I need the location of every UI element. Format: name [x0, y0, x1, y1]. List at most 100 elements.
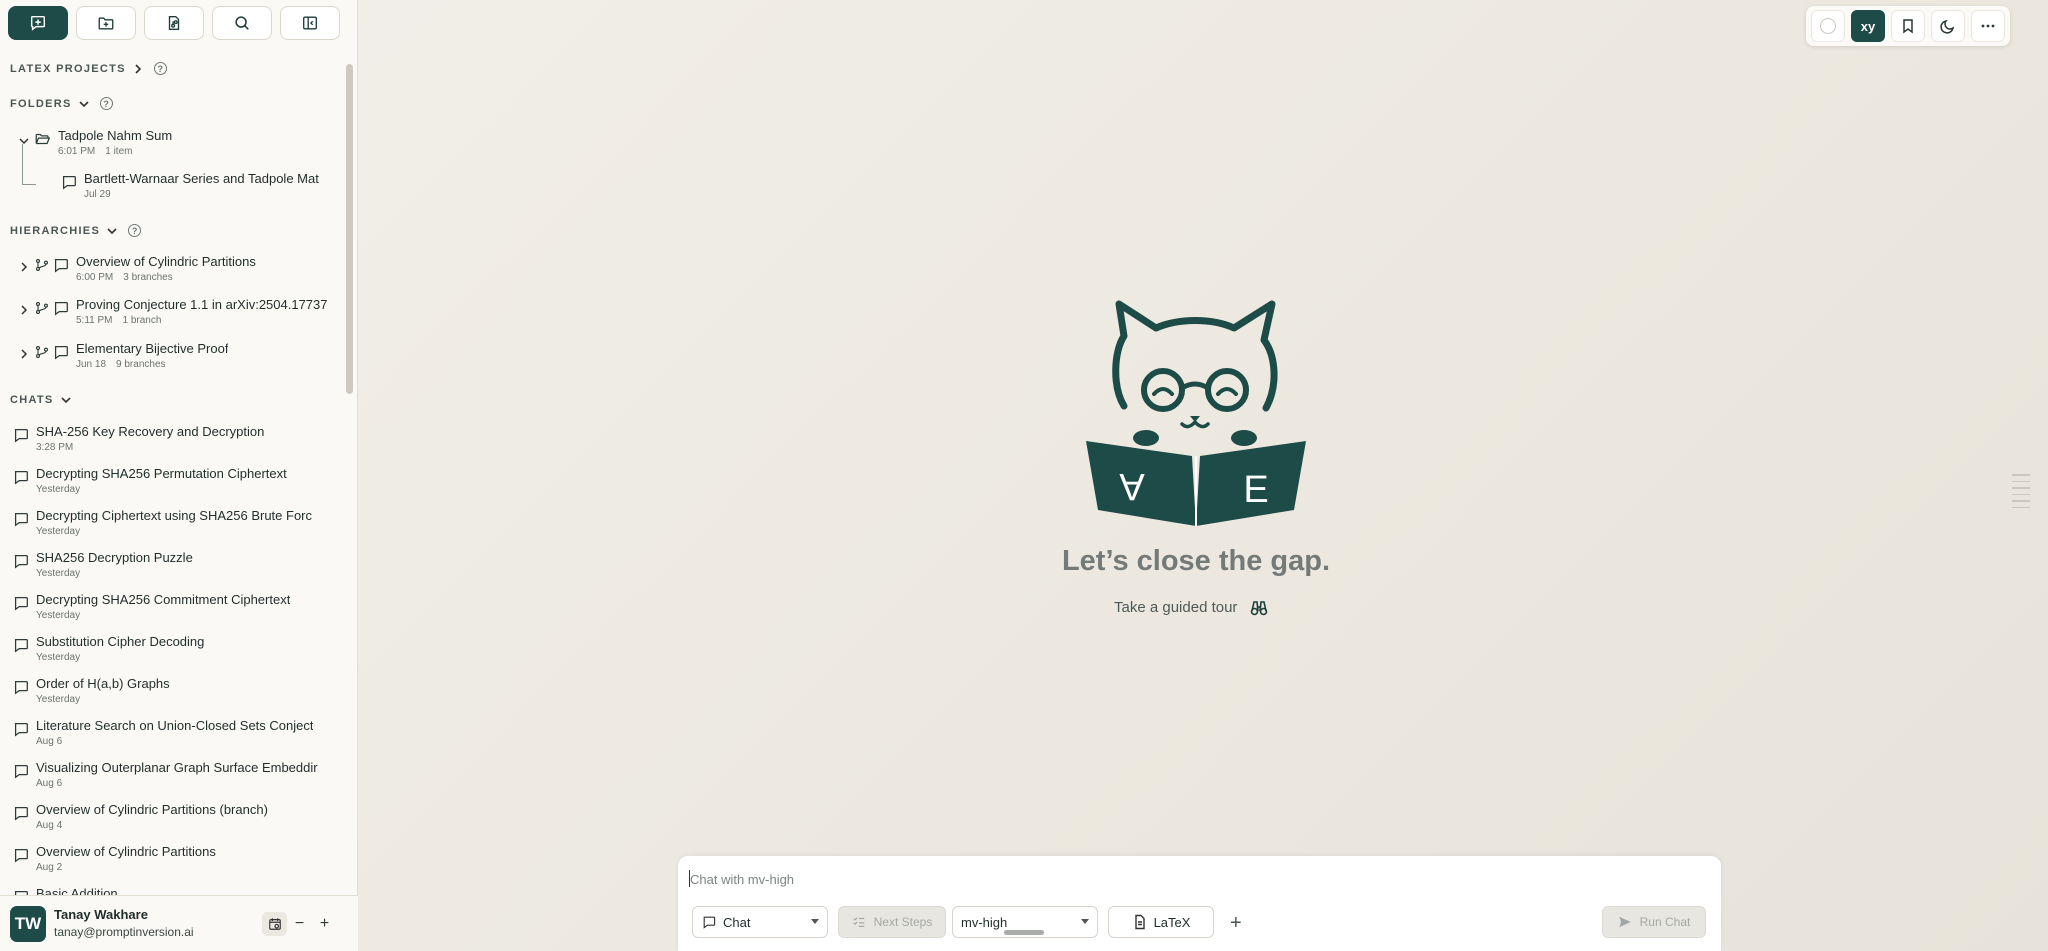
avatar[interactable]: TW [10, 906, 46, 942]
branch-icon [36, 302, 48, 314]
folder-child-item[interactable]: Bartlett-Warnaar Series and Tadpole Mat … [60, 171, 335, 200]
chat-title: Decrypting SHA256 Permutation Ciphertext [36, 466, 287, 481]
chat-title: SHA256 Decryption Puzzle [36, 550, 193, 565]
add-button[interactable]: + [1230, 912, 1242, 935]
chevron-right-icon[interactable] [18, 301, 30, 319]
collapse-sidebar-button[interactable] [280, 6, 340, 40]
folder-item[interactable]: Tadpole Nahm Sum 6:01 PM 1 item [18, 128, 172, 157]
chat-bubble-icon [14, 512, 28, 527]
next-steps-label: Next Steps [873, 915, 933, 929]
chat-list-item[interactable]: Decrypting SHA256 Commitment Ciphertext Y… [12, 592, 334, 621]
more-button[interactable] [1971, 10, 2005, 42]
new-hierarchy-button[interactable] [144, 6, 204, 40]
run-chat-label: Run Chat [1639, 915, 1691, 929]
hierarchy-title: Overview of Cylindric Partitions [76, 254, 256, 269]
next-steps-button[interactable]: Next Steps [838, 906, 946, 938]
user-panel: TW Tanay Wakhare tanay@promptinversion.a… [0, 895, 358, 951]
chevron-down-icon [61, 397, 71, 404]
hierarchy-meta: 6:00 PM 3 branches [76, 272, 256, 283]
chat-list-item[interactable]: Order of H(a,b) Graphs Yesterday [12, 676, 334, 705]
folder-time: 6:01 PM [58, 146, 96, 157]
chat-bubble-icon [54, 258, 68, 273]
latex-label: LaTeX [1153, 914, 1191, 930]
chat-input[interactable]: Chat with mv-high [690, 872, 794, 887]
hierarchy-title: Proving Conjecture 1.1 in arXiv:2504.177… [76, 297, 328, 312]
theme-button[interactable] [1931, 10, 1965, 42]
help-icon[interactable]: ? [99, 97, 113, 110]
hierarchy-branches: 3 branches [123, 272, 173, 283]
list-check-icon [852, 917, 864, 927]
book-left-letter: A [1119, 465, 1145, 507]
chevron-down-icon[interactable] [18, 132, 30, 150]
calendar-button[interactable] [262, 912, 287, 936]
chat-time: Yesterday [36, 694, 81, 705]
chat-bubble-icon [14, 554, 28, 569]
chat-list-item[interactable]: Substitution Cipher Decoding Yesterday [12, 634, 334, 663]
help-icon[interactable]: ? [153, 62, 167, 75]
xy-button[interactable]: xy [1851, 10, 1885, 42]
chat-composer: Chat with mv-high Chat Next Steps mv-hig… [678, 856, 1721, 951]
chat-list-item[interactable]: Literature Search on Union-Closed Sets C… [12, 718, 334, 747]
model-value: mv-high [961, 914, 1008, 930]
resize-handle[interactable] [1004, 930, 1044, 935]
chat-list-item[interactable]: Visualizing Outerplanar Graph Surface Em… [12, 760, 334, 789]
chevron-right-icon[interactable] [18, 345, 30, 363]
help-icon[interactable]: ? [128, 224, 142, 237]
chat-bubble-icon [54, 345, 68, 360]
sidebar: LATEX PROJECTS ? FOLDERS ? Tadpole Nahm … [0, 0, 358, 951]
bookmark-button[interactable] [1891, 10, 1925, 42]
guided-tour-link[interactable]: Take a guided tour [1114, 598, 1269, 616]
cat-reading-logo: A E [1086, 300, 1306, 526]
sidebar-scrollbar[interactable] [346, 64, 353, 394]
send-icon [1618, 916, 1631, 928]
hierarchy-title: Elementary Bijective Proof [76, 341, 229, 356]
chat-bubble-icon [14, 806, 28, 821]
hierarchy-item[interactable]: Proving Conjecture 1.1 in arXiv:2504.177… [18, 297, 340, 326]
new-chat-icon [30, 15, 46, 31]
chat-list-item[interactable]: SHA256 Decryption Puzzle Yesterday [12, 550, 334, 579]
latex-projects-header[interactable]: LATEX PROJECTS ? [10, 62, 167, 75]
folders-header[interactable]: FOLDERS ? [10, 97, 113, 110]
chats-header[interactable]: CHATS [10, 394, 72, 406]
chat-title: Overview of Cylindric Partitions (branch… [36, 802, 268, 817]
chat-bubble-icon [14, 470, 28, 485]
new-chat-button[interactable] [8, 6, 68, 40]
chat-bubble-icon [14, 722, 28, 737]
chat-list-item[interactable]: Overview of Cylindric Partitions (branch… [12, 802, 334, 831]
increase-button[interactable]: + [312, 912, 337, 936]
tree-line [22, 144, 23, 184]
hierarchies-header[interactable]: HIERARCHIES ? [10, 224, 142, 237]
chat-bubble-icon [14, 848, 28, 863]
chat-time: Yesterday [36, 568, 81, 579]
top-right-toolbar: xy [1806, 6, 2010, 46]
chevron-right-icon[interactable] [18, 258, 30, 276]
chat-time: Yesterday [36, 484, 81, 495]
chat-list-item[interactable]: Decrypting Ciphertext using SHA256 Brute… [12, 508, 334, 537]
chevron-down-icon [107, 227, 117, 234]
search-icon [235, 16, 249, 30]
hierarchy-item[interactable]: Overview of Cylindric Partitions 6:00 PM… [18, 254, 340, 283]
chat-title: Decrypting Ciphertext using SHA256 Brute… [36, 508, 313, 523]
chat-title: Order of H(a,b) Graphs [36, 676, 170, 691]
decrease-button[interactable]: − [287, 912, 312, 936]
status-button[interactable] [1811, 10, 1845, 42]
folder-open-icon [35, 133, 51, 145]
latex-button[interactable]: LaTeX [1108, 906, 1214, 938]
chevron-down-icon [811, 919, 819, 924]
chat-list-item[interactable]: Decrypting SHA256 Permutation Ciphertext… [12, 466, 334, 495]
chat-list-item[interactable]: Overview of Cylindric Partitions Aug 2 [12, 844, 334, 873]
font-size-controls: − + [262, 912, 337, 936]
scroll-rail[interactable] [2012, 474, 2030, 513]
hierarchy-item[interactable]: Elementary Bijective Proof Jun 18 9 branc… [18, 341, 340, 370]
chevron-down-icon [79, 100, 89, 107]
search-button[interactable] [212, 6, 272, 40]
new-folder-button[interactable] [76, 6, 136, 40]
chat-list-item[interactable]: SHA-256 Key Recovery and Decryption 3:28 … [12, 424, 334, 453]
chat-bubble-icon [54, 301, 68, 316]
chat-bubble-icon [14, 764, 28, 779]
run-chat-button[interactable]: Run Chat [1602, 906, 1706, 938]
circle-icon [1820, 18, 1836, 34]
folder-count: 1 item [105, 146, 133, 157]
chat-time: Aug 6 [36, 736, 63, 747]
mode-select[interactable]: Chat [692, 906, 828, 938]
